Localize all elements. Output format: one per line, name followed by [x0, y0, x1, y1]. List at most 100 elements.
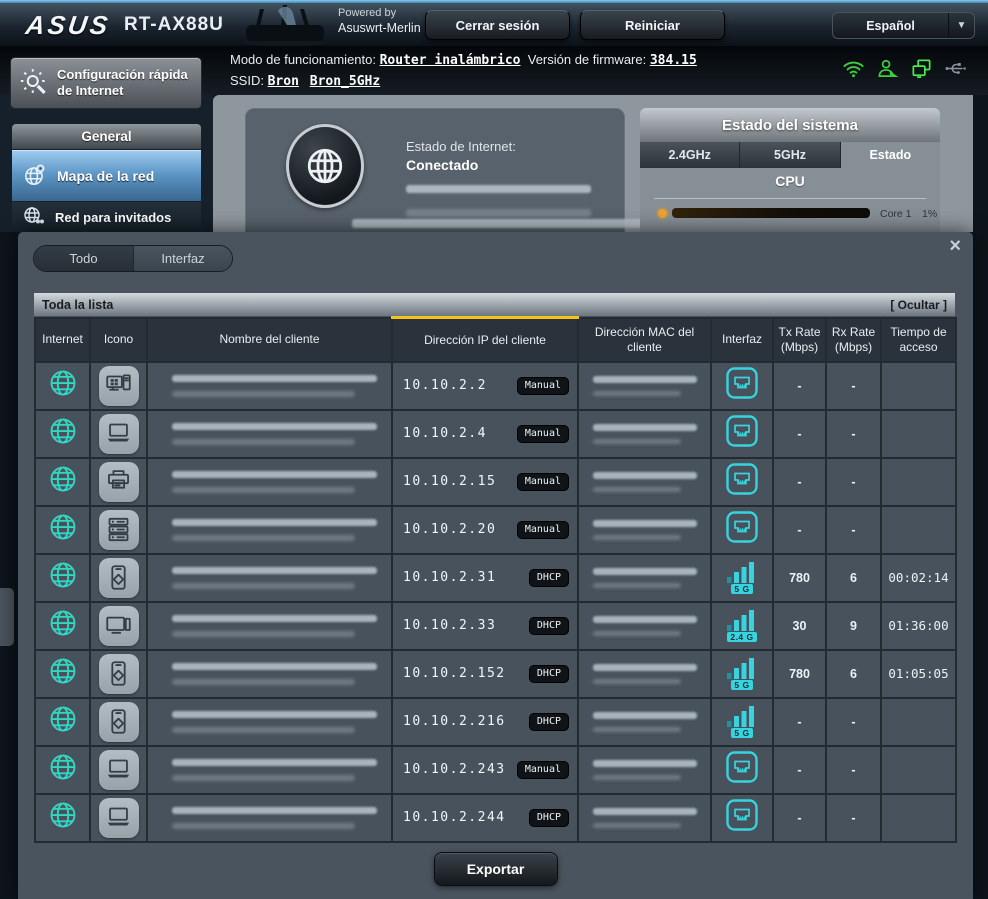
- column-header-direcci-n-mac-del-cliente[interactable]: Dirección MAC del cliente: [577, 316, 712, 363]
- column-header-tx-rate-mbps[interactable]: Tx Rate (Mbps): [772, 316, 827, 363]
- device-icon-cell[interactable]: [89, 408, 148, 459]
- tx-rate-cell: -: [772, 408, 827, 459]
- ssid-24g-link[interactable]: Bron: [268, 74, 299, 89]
- device-icon-cell[interactable]: [89, 648, 148, 699]
- close-icon[interactable]: ×: [949, 232, 961, 260]
- quick-internet-setup-button[interactable]: Configuración rápida de Internet: [10, 57, 202, 109]
- access-time-cell: [880, 456, 957, 507]
- desktop-pc-icon[interactable]: [98, 365, 139, 406]
- client-row[interactable]: 10.10.2.15 Manual - -: [34, 456, 957, 507]
- wifi-signal-icon[interactable]: 2.4 G: [727, 609, 757, 642]
- panel-handle[interactable]: [0, 588, 14, 646]
- client-mac-cell: [577, 600, 712, 651]
- internet-globe-emblem[interactable]: [286, 124, 364, 208]
- interface-cell[interactable]: 2.4 G: [710, 600, 774, 651]
- device-icon-cell[interactable]: [89, 744, 148, 795]
- tab-5ghz[interactable]: 5GHz: [740, 142, 841, 168]
- interface-cell[interactable]: [710, 504, 774, 555]
- interface-cell[interactable]: [710, 792, 774, 843]
- device-icon-cell[interactable]: [89, 696, 148, 747]
- client-row[interactable]: 10.10.2.216 DHCP 5 G - -: [34, 696, 957, 747]
- column-header-icono[interactable]: Icono: [89, 316, 148, 363]
- tab-interfaz[interactable]: Interfaz: [133, 246, 232, 271]
- ip-type-badge: Manual: [516, 472, 569, 491]
- device-icon-cell[interactable]: [89, 792, 148, 843]
- lan-clients-icon[interactable]: [910, 57, 933, 80]
- device-icon-cell[interactable]: [89, 456, 148, 507]
- client-row[interactable]: 10.10.2.2 Manual - -: [34, 360, 957, 411]
- wifi-signal-icon[interactable]: 5 G: [727, 561, 757, 594]
- column-header-interfaz[interactable]: Interfaz: [710, 316, 774, 363]
- redacted-client-mac: [593, 678, 681, 684]
- interface-cell[interactable]: [710, 360, 774, 411]
- interface-cell[interactable]: 5 G: [710, 696, 774, 747]
- tx-rate: -: [797, 378, 802, 393]
- client-row[interactable]: 10.10.2.4 Manual - -: [34, 408, 957, 459]
- client-row[interactable]: 10.10.2.243 Manual - -: [34, 744, 957, 795]
- wired-lan-icon[interactable]: [724, 463, 760, 501]
- column-header-tiempo-de-acceso[interactable]: Tiempo de acceso: [880, 316, 957, 363]
- column-header-rx-rate-mbps[interactable]: Rx Rate (Mbps): [825, 316, 882, 363]
- hide-link[interactable]: [ Ocultar ]: [890, 298, 947, 312]
- wired-lan-icon[interactable]: [724, 415, 760, 453]
- wired-lan-icon[interactable]: [724, 799, 760, 837]
- rx-rate-cell: -: [825, 696, 882, 747]
- device-icon-cell[interactable]: [89, 360, 148, 411]
- smartphone-icon[interactable]: [98, 653, 139, 694]
- language-value: Español: [866, 18, 915, 33]
- laptop-icon[interactable]: [98, 749, 139, 790]
- sidebar-item-guest-network[interactable]: Red para invitados: [12, 202, 201, 232]
- tab-estado[interactable]: Estado: [840, 142, 940, 168]
- redacted-client-name: [172, 806, 377, 814]
- firmware-link[interactable]: 384.15: [650, 53, 697, 68]
- access-time: 00:02:14: [888, 569, 949, 585]
- client-row[interactable]: 10.10.2.244 DHCP - -: [34, 792, 957, 843]
- interface-cell[interactable]: [710, 744, 774, 795]
- tx-rate: 30: [792, 618, 807, 633]
- interface-cell[interactable]: [710, 456, 774, 507]
- rx-rate: -: [851, 474, 856, 489]
- wired-lan-icon[interactable]: [724, 511, 760, 549]
- device-icon-cell[interactable]: [89, 600, 148, 651]
- client-row[interactable]: 10.10.2.20 Manual - -: [34, 504, 957, 555]
- interface-cell[interactable]: 5 G: [710, 648, 774, 699]
- column-header-direcci-n-ip-del-cliente[interactable]: Dirección IP del cliente: [391, 316, 579, 363]
- internet-cell: [34, 552, 91, 603]
- internet-cell: [34, 408, 91, 459]
- interface-cell[interactable]: 5 G: [710, 552, 774, 603]
- reboot-button[interactable]: Reiniciar: [580, 10, 725, 40]
- sidebar-item-network-map[interactable]: Mapa de la red: [12, 150, 201, 201]
- column-header-nombre-del-cliente[interactable]: Nombre del cliente: [146, 316, 393, 363]
- interface-cell[interactable]: [710, 408, 774, 459]
- wifi-signal-icon[interactable]: 5 G: [727, 657, 757, 690]
- wifi-signal-icon[interactable]: 5 G: [727, 705, 757, 738]
- device-icon-cell[interactable]: [89, 552, 148, 603]
- language-dropdown[interactable]: Español ▼: [832, 12, 975, 39]
- export-button[interactable]: Exportar: [433, 852, 558, 886]
- mode-link[interactable]: Router inalámbrico: [380, 53, 521, 68]
- client-row[interactable]: 10.10.2.33 DHCP 2.4 G 30 9 01:36:00: [34, 600, 957, 651]
- client-row[interactable]: 10.10.2.152 DHCP 5 G 780 6 01:05:05: [34, 648, 957, 699]
- ssid-5g-link[interactable]: Bron_5GHz: [310, 74, 380, 89]
- laptop-icon[interactable]: [98, 413, 139, 454]
- smartphone-icon[interactable]: [98, 701, 139, 742]
- smartphone-icon[interactable]: [98, 557, 139, 598]
- logout-button[interactable]: Cerrar sesión: [425, 10, 570, 40]
- server-icon[interactable]: [98, 509, 139, 550]
- tx-rate-cell: 30: [772, 600, 827, 651]
- client-icon[interactable]: [876, 57, 899, 80]
- wifi-icon[interactable]: [842, 57, 865, 80]
- router-model: RT-AX88U: [124, 14, 224, 35]
- chevron-down-icon[interactable]: ▼: [948, 13, 974, 38]
- wired-lan-icon[interactable]: [724, 367, 760, 405]
- device-icon-cell[interactable]: [89, 504, 148, 555]
- tab-todo[interactable]: Todo: [34, 246, 133, 271]
- wired-lan-icon[interactable]: [724, 751, 760, 789]
- tab-24ghz[interactable]: 2.4GHz: [640, 142, 741, 168]
- tv-icon[interactable]: [98, 605, 139, 646]
- column-header-internet[interactable]: Internet: [34, 316, 91, 363]
- usb-icon[interactable]: [944, 57, 967, 80]
- laptop-icon[interactable]: [98, 797, 139, 838]
- client-row[interactable]: 10.10.2.31 DHCP 5 G 780 6 00:02:14: [34, 552, 957, 603]
- printer-icon[interactable]: [98, 461, 139, 502]
